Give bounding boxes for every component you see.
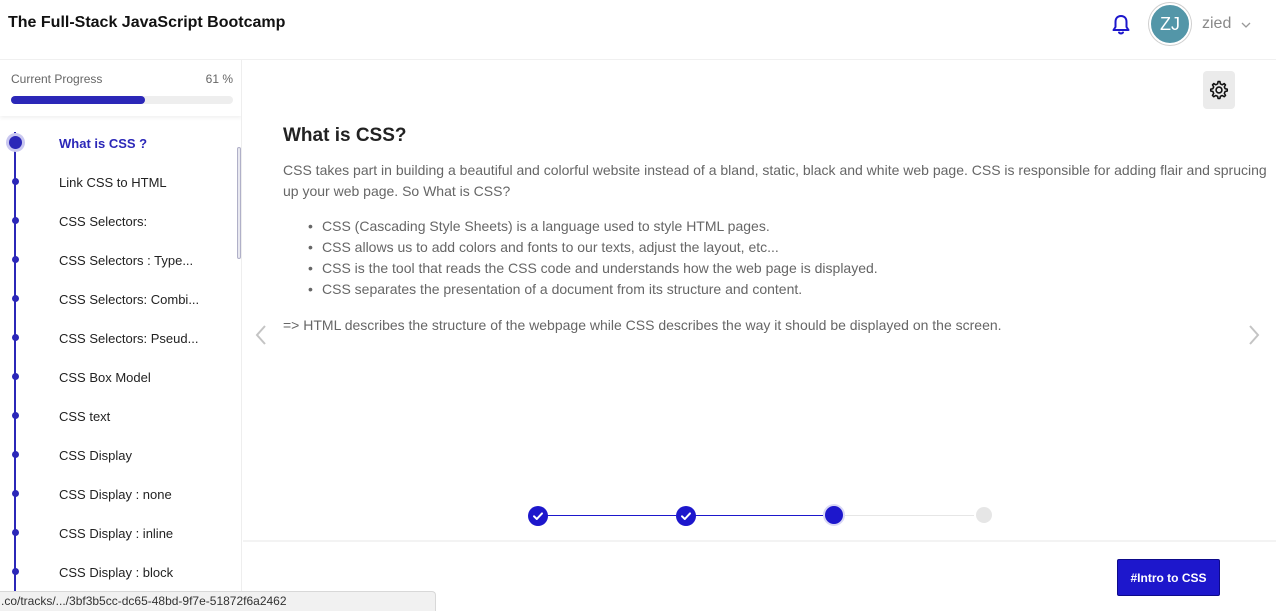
username[interactable]: zied — [1202, 15, 1231, 33]
sidebar-item-lesson[interactable]: CSS Display : block — [0, 553, 236, 592]
sidebar-item-label: CSS Display : inline — [59, 526, 174, 541]
intro-to-css-button[interactable]: #Intro to CSS — [1117, 559, 1220, 596]
timeline-dot — [12, 451, 19, 458]
sidebar-item-label: CSS Selectors: — [59, 214, 148, 229]
status-url: .co/tracks/.../3bf3b5cc-dc65-48bd-9f7e-5… — [0, 591, 436, 611]
avatar-initials: ZJ — [1160, 13, 1180, 34]
sidebar-item-lesson[interactable]: Link CSS to HTML — [0, 163, 236, 202]
stepper-connector — [842, 515, 974, 516]
sidebar-item-lesson[interactable]: CSS Selectors : Type... — [0, 241, 236, 280]
sidebar-item-lesson[interactable]: CSS Display — [0, 436, 236, 475]
sidebar-item-label: What is CSS ? — [59, 136, 148, 151]
lesson-content: What is CSS? CSS takes part in building … — [243, 60, 1276, 540]
progress-label: Current Progress — [11, 72, 103, 86]
stepper-connector — [694, 515, 824, 516]
timeline-dot — [12, 295, 19, 302]
sidebar-item-lesson[interactable]: CSS Display : inline — [0, 514, 236, 553]
lesson-stepper — [243, 500, 1276, 530]
sidebar-item-label: CSS text — [59, 409, 111, 424]
check-icon — [681, 512, 691, 520]
sidebar-scrollbar[interactable] — [237, 147, 241, 259]
lesson-bullet-list: CSS (Cascading Style Sheets) is a langua… — [305, 216, 1105, 300]
stepper-step-done[interactable] — [528, 506, 548, 526]
timeline-dot — [12, 178, 19, 185]
lesson-list: What is CSS ? Link CSS to HTML CSS Selecto… — [0, 124, 238, 594]
stepper-step-upcoming[interactable] — [976, 507, 992, 523]
sidebar-item-lesson[interactable]: CSS Selectors: — [0, 202, 236, 241]
list-item: CSS allows us to add colors and fonts to… — [305, 237, 1105, 258]
sidebar-item-lesson[interactable]: What is CSS ? — [0, 124, 236, 163]
sidebar-item-lesson[interactable]: CSS Box Model — [0, 358, 236, 397]
stepper-connector — [546, 515, 676, 516]
sidebar-item-label: CSS Selectors: Combi... — [59, 292, 200, 307]
timeline-dot — [12, 412, 19, 419]
settings-button[interactable] — [1203, 71, 1235, 109]
top-header: The Full-Stack JavaScript Bootcamp ZJ zi… — [0, 0, 1276, 60]
list-item: CSS separates the presentation of a docu… — [305, 279, 1105, 300]
timeline-dot — [12, 529, 19, 536]
timeline-dot — [12, 217, 19, 224]
timeline-dot — [12, 256, 19, 263]
sidebar-item-label: CSS Display : none — [59, 487, 172, 502]
list-item: CSS is the tool that reads the CSS code … — [305, 258, 1105, 279]
sidebar-item-label: CSS Selectors: Pseud... — [59, 331, 199, 346]
lesson-title: What is CSS? — [283, 125, 407, 146]
timeline-dot — [9, 136, 22, 149]
lesson-intro: CSS takes part in building a beautiful a… — [283, 162, 1267, 199]
chevron-right-icon[interactable] — [1246, 323, 1262, 347]
sidebar-item-label: CSS Selectors : Type... — [59, 253, 194, 268]
lesson-sidebar: Current Progress 61 % What is CSS ? Link … — [0, 60, 242, 611]
sidebar-item-label: CSS Display — [59, 448, 132, 463]
sidebar-item-lesson[interactable]: CSS text — [0, 397, 236, 436]
sidebar-item-lesson[interactable]: CSS Display : none — [0, 475, 236, 514]
avatar[interactable]: ZJ — [1149, 3, 1191, 45]
lesson-conclusion: => HTML describes the structure of the w… — [283, 317, 1002, 333]
list-item: CSS (Cascading Style Sheets) is a langua… — [305, 216, 1105, 237]
progress-bar-fill — [11, 96, 146, 104]
timeline-dot — [12, 568, 19, 575]
sidebar-item-label: Link CSS to HTML — [59, 175, 167, 190]
progress-percent: 61 % — [205, 72, 233, 86]
timeline-dot — [12, 490, 19, 497]
timeline-dot — [12, 334, 19, 341]
bell-icon[interactable] — [1111, 14, 1131, 36]
chevron-left-icon[interactable] — [253, 323, 269, 347]
sidebar-item-lesson[interactable]: CSS Selectors: Combi... — [0, 280, 236, 319]
stepper-step-done[interactable] — [676, 506, 696, 526]
app-title: The Full-Stack JavaScript Bootcamp — [8, 14, 286, 31]
progress-bar — [11, 96, 233, 104]
check-icon — [533, 512, 543, 520]
sidebar-item-lesson[interactable]: CSS Selectors: Pseud... — [0, 319, 236, 358]
stepper-step-current[interactable] — [825, 506, 843, 524]
progress-panel: Current Progress 61 % — [0, 60, 241, 116]
sidebar-item-label: CSS Display : block — [59, 565, 174, 580]
sidebar-item-label: CSS Box Model — [59, 370, 151, 385]
timeline-dot — [12, 373, 19, 380]
gear-icon — [1209, 80, 1229, 100]
chevron-down-icon[interactable] — [1240, 18, 1252, 30]
